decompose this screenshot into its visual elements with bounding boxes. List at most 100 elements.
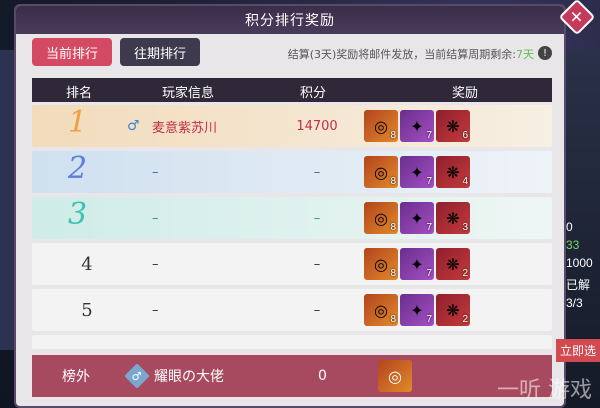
coin-icon: ◎	[388, 366, 402, 386]
reward-count: 3	[462, 222, 468, 233]
player-name: –	[152, 210, 159, 226]
reward-count: 8	[390, 176, 396, 187]
player-name: 麦意紫苏川	[152, 120, 218, 136]
rank-number: 5	[81, 299, 93, 321]
reward-count: 2	[462, 314, 468, 325]
flame-icon: ❋	[446, 254, 460, 274]
rank-badge: 1	[68, 105, 88, 140]
select-button[interactable]: 立即选	[555, 339, 600, 362]
reward-count: 7	[426, 268, 432, 279]
outside-rank-label: 榜外	[62, 369, 90, 385]
gem-icon: ✦	[410, 208, 424, 228]
gem-icon: ✦	[410, 254, 424, 274]
coin-icon: ◎	[374, 208, 388, 228]
table-row-partial	[32, 335, 552, 349]
info-icon[interactable]: !	[538, 46, 552, 60]
reward-count: 7	[426, 222, 432, 233]
reward-count: 8	[390, 222, 396, 233]
male-gender-icon: ♂	[124, 363, 150, 389]
reward-count: 8	[390, 268, 396, 279]
reward-count: 8	[390, 130, 396, 141]
flame-icon: ❋	[446, 208, 460, 228]
gem-icon: ✦	[410, 116, 424, 136]
rank-number: 4	[81, 253, 93, 275]
reward-item[interactable]: ❋ 2	[436, 294, 470, 326]
reward-count: 7	[426, 176, 432, 187]
reward-item[interactable]: ✦ 7	[400, 248, 434, 280]
player-name: –	[152, 302, 159, 318]
coin-icon: ◎	[374, 162, 388, 182]
side-value: 0	[566, 220, 573, 234]
reward-item[interactable]: ✦ 7	[400, 156, 434, 188]
reward-item[interactable]: ✦ 7	[400, 294, 434, 326]
rank-badge: 2	[68, 151, 88, 186]
my-player-name: 耀眼の大佬	[154, 369, 224, 385]
reward-list: ◎ 8 ✦ 7 ❋ 2	[364, 248, 470, 280]
reward-count: 7	[426, 130, 432, 141]
side-value: 1000	[566, 256, 593, 270]
header-reward: 奖励	[452, 86, 479, 101]
reward-list: ◎ 8 ✦ 7 ❋ 3	[364, 202, 470, 234]
reward-list: ◎ 8 ✦ 7 ❋ 4	[364, 156, 470, 188]
gem-icon: ✦	[410, 162, 424, 182]
coin-icon: ◎	[374, 300, 388, 320]
reward-item[interactable]: ◎ 8	[364, 110, 398, 142]
table-row: 1 ♂ 麦意紫苏川 14700 ◎ 8 ✦ 7 ❋ 6	[32, 105, 552, 147]
panel-title: 积分排行奖励	[245, 13, 335, 29]
header-player: 玩家信息	[162, 86, 215, 101]
player-score: –	[313, 210, 321, 226]
male-gender-icon: ♂	[127, 118, 140, 134]
reward-item[interactable]: ◎	[378, 360, 412, 392]
reward-item[interactable]: ◎ 8	[364, 202, 398, 234]
reward-item[interactable]: ❋ 2	[436, 248, 470, 280]
coin-icon: ◎	[374, 116, 388, 136]
rank-badge: 3	[68, 197, 88, 232]
reward-item[interactable]: ✦ 7	[400, 202, 434, 234]
player-score: –	[313, 302, 321, 318]
settlement-notice: 结算(3天)奖励将邮件发放，当前结算周期剩余:7天	[288, 46, 534, 62]
my-rank-bar: 榜外 ♂ 耀眼の大佬 0 ◎	[32, 355, 552, 397]
table-header: 排名 玩家信息 积分 奖励	[32, 78, 552, 102]
notice-text: 结算(3天)奖励将邮件发放，当前结算周期剩余:	[287, 48, 516, 61]
header-rank: 排名	[66, 86, 93, 101]
reward-item[interactable]: ◎ 8	[364, 156, 398, 188]
reward-item[interactable]: ❋ 4	[436, 156, 470, 188]
side-value: 33	[566, 238, 580, 252]
side-value: 已解	[566, 278, 591, 292]
player-name: –	[152, 164, 159, 180]
watermark-text: 一听 游戏	[497, 378, 592, 403]
reward-item[interactable]: ✦ 7	[400, 110, 434, 142]
reward-item[interactable]: ◎ 8	[364, 248, 398, 280]
reward-item[interactable]: ❋ 3	[436, 202, 470, 234]
header-score: 积分	[300, 86, 327, 101]
reward-count: 7	[426, 314, 432, 325]
reward-item[interactable]: ◎ 8	[364, 294, 398, 326]
player-name: –	[152, 256, 159, 272]
table-row: 3 – – ◎ 8 ✦ 7 ❋ 3	[32, 197, 552, 239]
notice-value: 7天	[516, 48, 534, 61]
table-row: 2 – – ◎ 8 ✦ 7 ❋ 4	[32, 151, 552, 193]
flame-icon: ❋	[446, 162, 460, 182]
tab-past[interactable]: 往期排行	[120, 38, 201, 66]
flame-icon: ❋	[446, 116, 460, 136]
side-value: 3/3	[566, 296, 583, 310]
table-row: 4 – – ◎ 8 ✦ 7 ❋ 2	[32, 243, 552, 285]
reward-count: 4	[462, 176, 468, 187]
my-score: 0	[318, 368, 327, 384]
reward-count: 8	[390, 314, 396, 325]
coin-icon: ◎	[374, 254, 388, 274]
flame-icon: ❋	[446, 300, 460, 320]
reward-count: 2	[462, 268, 468, 279]
table-row: 5 – – ◎ 8 ✦ 7 ❋ 2	[32, 289, 552, 331]
gem-icon: ✦	[410, 300, 424, 320]
reward-item[interactable]: ❋ 6	[436, 110, 470, 142]
reward-list: ◎ 8 ✦ 7 ❋ 2	[364, 294, 470, 326]
reward-count: 6	[462, 130, 468, 141]
tab-current[interactable]: 当前排行	[32, 38, 113, 66]
player-score: 14700	[296, 118, 338, 134]
player-score: –	[313, 256, 321, 272]
tab-bar: 当前排行 往期排行	[32, 38, 201, 66]
close-icon: ✕	[570, 7, 584, 27]
reward-list: ◎ 8 ✦ 7 ❋ 6	[364, 110, 470, 142]
title-bar: 积分排行奖励	[16, 6, 564, 34]
